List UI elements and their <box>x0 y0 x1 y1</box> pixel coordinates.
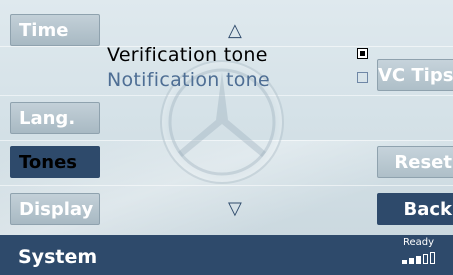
vc-tips-button[interactable]: VC Tips <box>377 59 453 91</box>
reset-button[interactable]: Reset <box>377 146 453 178</box>
menu-item-time[interactable]: Time <box>10 14 100 46</box>
scroll-down-icon[interactable]: ▽ <box>228 200 242 218</box>
menu-item-display[interactable]: Display <box>10 193 100 225</box>
reset-label: Reset <box>394 152 452 173</box>
status-title: System <box>18 246 98 268</box>
menu-item-lang[interactable]: Lang. <box>10 102 100 134</box>
back-button[interactable]: Back <box>377 193 453 225</box>
back-label: Back <box>403 199 452 220</box>
menu-item-tones[interactable]: Tones <box>10 146 100 178</box>
signal-strength-icon <box>402 252 453 264</box>
vc-tips-label: VC Tips <box>378 65 453 86</box>
option-notification-tone[interactable]: Notification tone <box>107 69 270 91</box>
verification-tone-checkbox[interactable] <box>357 48 368 59</box>
scroll-up-icon[interactable]: △ <box>228 22 242 40</box>
ready-indicator: Ready <box>403 237 435 248</box>
status-bar: System Ready <box>0 235 453 275</box>
system-tones-screen: Time Lang. Tones Display △ ▽ Verificatio… <box>0 0 453 275</box>
option-verification-tone[interactable]: Verification tone <box>107 44 268 66</box>
notification-tone-checkbox[interactable] <box>357 72 368 83</box>
